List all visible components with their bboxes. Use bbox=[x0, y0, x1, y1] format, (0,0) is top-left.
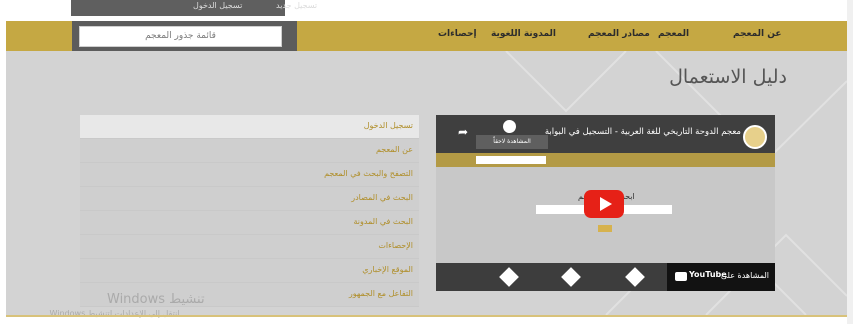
menu-item-search-sources[interactable]: البحث في المصادر bbox=[80, 187, 419, 211]
youtube-wordmark: YouTube bbox=[689, 270, 727, 279]
video-frame-searchbar bbox=[476, 156, 546, 164]
menu-item-label: عن المعجم bbox=[375, 145, 413, 154]
menu-item-browse-search[interactable]: التصفح والبحث في المعجم bbox=[80, 163, 419, 187]
diamond-icon bbox=[499, 267, 519, 287]
embedded-video-player[interactable]: ابحث في المعجم معجم الدوحة التاريخي للغة… bbox=[436, 115, 775, 291]
menu-item-label: البحث في المدونة bbox=[353, 217, 413, 226]
youtube-logo-icon bbox=[675, 272, 687, 281]
menu-item-label: التفاعل مع الجمهور bbox=[348, 289, 413, 298]
footer-divider bbox=[6, 315, 847, 317]
guide-menu: تسجيل الدخول عن المعجم التصفح والبحث في … bbox=[80, 115, 419, 307]
watch-later-icon[interactable] bbox=[503, 120, 516, 133]
play-icon bbox=[600, 197, 612, 211]
menu-item-about[interactable]: عن المعجم bbox=[80, 139, 419, 163]
menu-item-label: الموقع الإخباري bbox=[362, 265, 413, 274]
watch-on-label: المشاهدة على bbox=[720, 271, 769, 280]
menu-item-label: الإحصاءات bbox=[378, 241, 413, 250]
menu-item-label: التصفح والبحث في المعجم bbox=[324, 169, 413, 178]
video-title[interactable]: معجم الدوحة التاريخي للغة العربية - التس… bbox=[545, 127, 741, 137]
menu-item-label: البحث في المصادر bbox=[351, 193, 413, 202]
share-icon[interactable]: ➦ bbox=[458, 125, 468, 139]
menu-item-news-site[interactable]: الموقع الإخباري bbox=[80, 259, 419, 283]
main-navigation-bar: قائمة جذور المعجم عن المعجم المعجم مصادر… bbox=[6, 21, 847, 51]
nav-item-corpus[interactable]: المدونة اللغوية bbox=[491, 29, 556, 39]
menu-item-label: تسجيل الدخول bbox=[363, 121, 413, 130]
roots-list-button[interactable]: قائمة جذور المعجم bbox=[79, 26, 282, 47]
top-account-bar: تسجيل الدخول تسجيل جديد bbox=[71, 0, 317, 16]
channel-logo-icon[interactable] bbox=[743, 125, 767, 149]
topbar-login-link[interactable]: تسجيل الدخول bbox=[193, 1, 242, 10]
watch-on-youtube-button[interactable]: المشاهدة على YouTube bbox=[667, 263, 775, 291]
nav-item-dictionary[interactable]: المعجم bbox=[658, 29, 689, 39]
menu-item-statistics[interactable]: الإحصاءات bbox=[80, 235, 419, 259]
page-title: دليل الاستعمال bbox=[669, 66, 787, 88]
windows-activation-watermark-title: تنشيط Windows bbox=[107, 292, 205, 307]
diamond-icon bbox=[625, 267, 645, 287]
video-frame-button bbox=[598, 225, 612, 232]
watch-later-tooltip: المشاهدة لاحقاً bbox=[476, 135, 548, 149]
nav-item-about[interactable]: عن المعجم bbox=[733, 29, 782, 39]
menu-item-search-corpus[interactable]: البحث في المدونة bbox=[80, 211, 419, 235]
video-frame-navbar bbox=[436, 153, 775, 167]
nav-item-sources[interactable]: مصادر المعجم bbox=[588, 29, 650, 39]
diamond-icon bbox=[561, 267, 581, 287]
video-header: معجم الدوحة التاريخي للغة العربية - التس… bbox=[436, 115, 775, 153]
menu-item-login[interactable]: تسجيل الدخول bbox=[80, 115, 419, 139]
vertical-scrollbar[interactable] bbox=[847, 0, 853, 324]
video-footer: المشاهدة على YouTube bbox=[436, 263, 775, 291]
topbar-register-link[interactable]: تسجيل جديد bbox=[276, 1, 317, 10]
nav-item-statistics[interactable]: إحصاءات bbox=[438, 29, 477, 39]
